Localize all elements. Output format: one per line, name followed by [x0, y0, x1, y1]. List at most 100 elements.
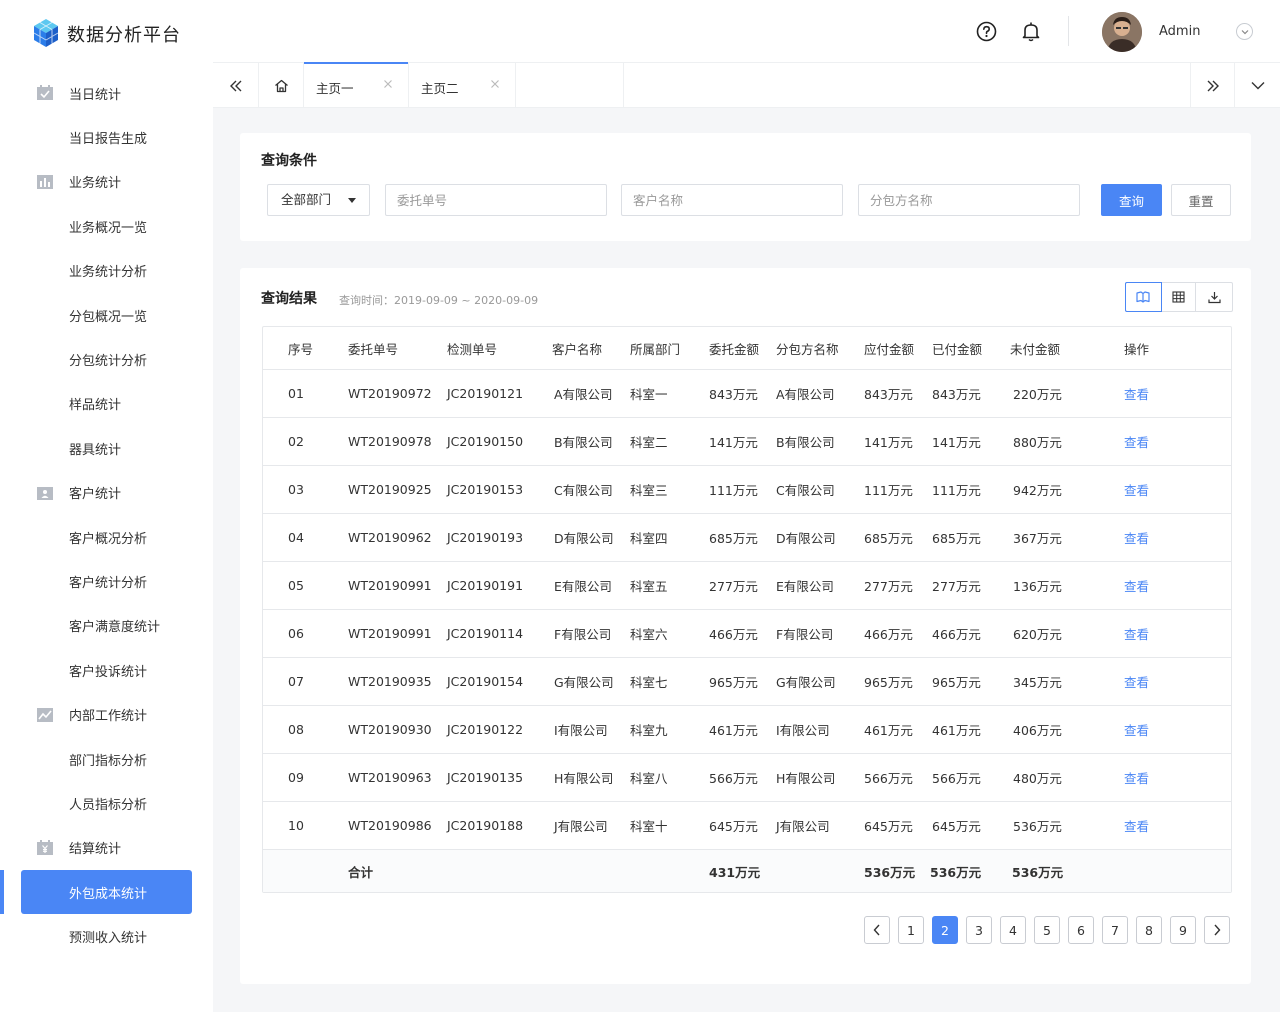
table-cell: WT20190991: [348, 578, 432, 593]
prev-page-button[interactable]: [864, 916, 890, 944]
sidebar-item[interactable]: 预测收入统计: [0, 915, 213, 959]
table-cell: 科室五: [630, 579, 668, 594]
search-button[interactable]: 查询: [1101, 184, 1162, 216]
query-title: 查询条件: [261, 153, 317, 169]
order-number-input[interactable]: [385, 184, 607, 216]
close-icon[interactable]: [489, 78, 501, 90]
view-link[interactable]: 查看: [1124, 562, 1149, 609]
tab-empty: [516, 63, 624, 108]
tab-home-2[interactable]: 主页二: [409, 63, 516, 108]
sidebar-item[interactable]: 人员指标分析: [0, 781, 213, 825]
results-title: 查询结果: [261, 291, 317, 307]
table-view-button[interactable]: [1161, 283, 1197, 311]
query-time-range: 查询时间：2019-09-09 ~ 2020-09-09: [339, 294, 539, 307]
table-cell: 620万元: [1013, 627, 1062, 642]
view-link[interactable]: 查看: [1124, 754, 1149, 801]
close-icon[interactable]: [382, 78, 394, 90]
collapse-left-button[interactable]: [213, 63, 259, 108]
view-link[interactable]: 查看: [1124, 418, 1149, 465]
sidebar-item[interactable]: 业务统计: [0, 160, 213, 204]
sidebar-item[interactable]: 业务统计分析: [0, 249, 213, 293]
sidebar-item[interactable]: 当日报告生成: [0, 115, 213, 159]
table-cell: 111万元: [864, 483, 913, 498]
table-cell: A有限公司: [554, 387, 613, 402]
sidebar-item[interactable]: 当日统计: [0, 71, 213, 115]
home-button[interactable]: [259, 63, 304, 108]
subcontractor-name-input[interactable]: [858, 184, 1080, 216]
table-cell: 111万元: [932, 483, 981, 498]
page-button[interactable]: 8: [1136, 916, 1162, 944]
sidebar-item[interactable]: 客户投诉统计: [0, 648, 213, 692]
page-button[interactable]: 6: [1068, 916, 1094, 944]
sidebar-item[interactable]: 客户满意度统计: [0, 604, 213, 648]
table-row: 05 WT20190991 JC20190191 E有限公司 科室五 277万元 E有限公司…: [263, 562, 1231, 610]
sidebar-item[interactable]: 业务概况一览: [0, 204, 213, 248]
view-link[interactable]: 查看: [1124, 610, 1149, 657]
view-link[interactable]: 查看: [1124, 466, 1149, 513]
page-button[interactable]: 5: [1034, 916, 1060, 944]
double-chevron-right-icon: [1207, 80, 1219, 91]
table-cell: G有限公司: [776, 675, 836, 690]
table-row: 02 WT20190978 JC20190150 B有限公司 科室二 141万元 B有限公司…: [263, 418, 1231, 466]
view-link[interactable]: 查看: [1124, 802, 1149, 849]
table-cell: WT20190962: [348, 530, 432, 545]
page-button[interactable]: 1: [898, 916, 924, 944]
bell-icon[interactable]: [1020, 20, 1042, 42]
chevron-down-icon[interactable]: [1236, 23, 1253, 40]
card-view-button[interactable]: [1125, 282, 1162, 312]
table-row: 03 WT20190925 JC20190153 C有限公司 科室三 111万元 C有限公司…: [263, 466, 1231, 514]
chevron-left-icon: [873, 924, 880, 936]
table-cell: I有限公司: [776, 723, 830, 738]
table-cell: 277万元: [709, 579, 758, 594]
sidebar-item[interactable]: 分包概况一览: [0, 293, 213, 337]
sidebar-item[interactable]: 客户概况分析: [0, 515, 213, 559]
table-cell: A有限公司: [776, 387, 835, 402]
table-row: 07 WT20190935 JC20190154 G有限公司 科室七 965万元 G有限公司…: [263, 658, 1231, 706]
tabs-menu-button[interactable]: [1235, 63, 1280, 108]
sidebar-item[interactable]: 器具统计: [0, 426, 213, 470]
reset-button[interactable]: 重置: [1171, 184, 1231, 216]
sidebar-item[interactable]: 客户统计: [0, 471, 213, 515]
sidebar-item-label: 样品统计: [69, 398, 122, 414]
table-cell: WT20190925: [348, 482, 432, 497]
sidebar-item[interactable]: 样品统计: [0, 382, 213, 426]
table-cell: 461万元: [864, 723, 913, 738]
view-link[interactable]: 查看: [1124, 658, 1149, 705]
view-link[interactable]: 查看: [1124, 370, 1149, 417]
view-link[interactable]: 查看: [1124, 514, 1149, 561]
export-button[interactable]: [1196, 283, 1232, 311]
table-cell: 645万元: [864, 819, 913, 834]
column-header: 检测单号: [447, 341, 498, 357]
customer-name-input[interactable]: [621, 184, 843, 216]
table-cell: 566万元: [864, 771, 913, 786]
sidebar-item[interactable]: 分包统计分析: [0, 337, 213, 381]
sidebar-item-label: 人员指标分析: [69, 797, 148, 813]
department-select[interactable]: 全部部门: [267, 184, 370, 216]
table-row: 01 WT20190972 JC20190121 A有限公司 科室一 843万元 A有限公司…: [263, 370, 1231, 418]
view-link[interactable]: 查看: [1124, 706, 1149, 753]
sidebar-item[interactable]: 结算统计: [0, 826, 213, 870]
tab-home-1[interactable]: 主页一: [304, 62, 409, 108]
page-button[interactable]: 7: [1102, 916, 1128, 944]
avatar[interactable]: [1102, 12, 1142, 52]
sidebar-item[interactable]: 内部工作统计: [0, 693, 213, 737]
page-button[interactable]: 2: [932, 916, 958, 944]
next-page-button[interactable]: [1204, 916, 1230, 944]
double-chevron-left-icon: [229, 80, 241, 91]
page-button[interactable]: 9: [1170, 916, 1196, 944]
page-button[interactable]: 3: [966, 916, 992, 944]
table-cell: WT20190978: [348, 434, 432, 449]
sidebar-item[interactable]: 外包成本统计: [0, 870, 213, 915]
table-cell: JC20190193: [447, 530, 524, 545]
table-row: 04 WT20190962 JC20190193 D有限公司 科室四 685万元 D有限公司…: [263, 514, 1231, 562]
scroll-right-button[interactable]: [1190, 63, 1235, 108]
table-cell: C有限公司: [776, 483, 835, 498]
table-cell: 406万元: [1013, 723, 1062, 738]
help-icon[interactable]: [975, 20, 997, 42]
username[interactable]: Admin: [1159, 24, 1200, 39]
sidebar-item[interactable]: 部门指标分析: [0, 737, 213, 781]
page-button[interactable]: 4: [1000, 916, 1026, 944]
tab-bar: 主页一 主页二: [213, 62, 1280, 108]
chevron-down-icon: [1251, 82, 1264, 90]
sidebar-item[interactable]: 客户统计分析: [0, 559, 213, 603]
